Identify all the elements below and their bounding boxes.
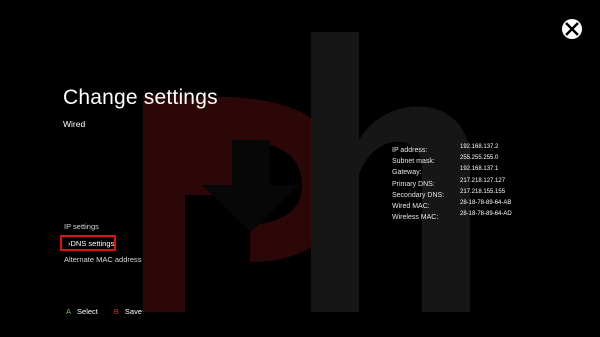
info-label: Wireless MAC: <box>392 214 439 222</box>
watermark-h-stem <box>311 32 359 312</box>
menu-item-label: Alternate MAC address <box>64 255 142 264</box>
menu-item-alternate-mac[interactable]: Alternate MAC address <box>64 251 142 268</box>
select-hint[interactable]: Select <box>77 307 98 317</box>
button-hints: A Select B Save <box>66 307 142 317</box>
a-button-icon: A <box>66 307 72 316</box>
info-row-gateway: Gateway: 192.168.137.1 <box>392 164 498 176</box>
menu-item-ip-settings[interactable]: IP settings <box>64 218 142 235</box>
settings-menu: IP settings ›DNS settings Alternate MAC … <box>60 218 142 268</box>
save-hint[interactable]: Save <box>125 307 142 317</box>
info-row-subnet-mask: Subnet mask: 255.255.255.0 <box>392 153 498 165</box>
info-row-ip-address: IP address: 192.168.137.2 <box>392 142 498 154</box>
info-value: 28-18-78-89-64-AB <box>460 199 512 206</box>
watermark-logo <box>143 32 470 312</box>
info-value: 192.168.137.2 <box>460 144 499 150</box>
b-button-icon: B <box>113 307 119 316</box>
watermark-p-stem <box>143 95 185 312</box>
network-info-panel: IP address: 192.168.137.2 Subnet mask: 255… <box>392 142 512 222</box>
connection-type: Wired <box>63 119 86 129</box>
info-value: 217.218.155.155 <box>460 188 506 195</box>
info-value: 255.255.255.0 <box>460 155 499 162</box>
info-value: 192.168.137.1 <box>460 166 499 173</box>
info-row-secondary-dns: Secondary DNS: 217.218.155.155 <box>392 187 505 199</box>
menu-item-label: IP settings <box>64 222 99 231</box>
info-row-wireless-mac: Wireless MAC: 28-18-78-89-64-AD <box>392 209 512 222</box>
info-row-wired-mac: Wired MAC: 28-18-78-89-64-AB <box>392 198 511 210</box>
info-value: 217.218.127.127 <box>460 177 506 184</box>
menu-item-dns-settings[interactable]: ›DNS settings <box>60 235 116 251</box>
info-value: 28-18-78-89-64-AD <box>460 211 512 218</box>
xbox-logo-icon <box>562 19 582 39</box>
info-row-primary-dns: Primary DNS: 217.218.127.127 <box>392 176 505 188</box>
page-title: Change settings <box>63 86 218 109</box>
menu-item-label: DNS settings <box>70 239 115 248</box>
